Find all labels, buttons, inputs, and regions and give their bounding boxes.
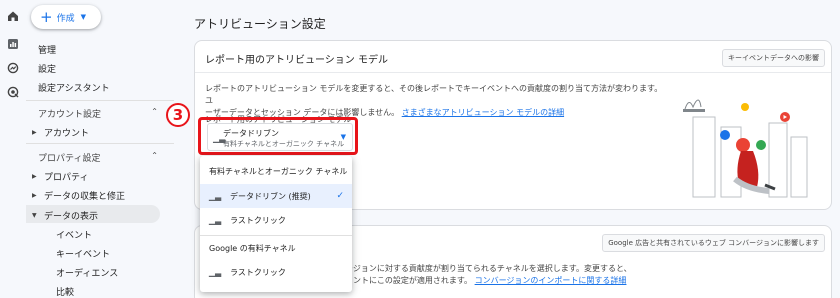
expand-arrow-icon: ▶: [32, 173, 37, 180]
step-number-badge: 3: [166, 103, 190, 127]
sidebar-item-key-events[interactable]: キーイベント: [56, 247, 110, 260]
section-label: アカウント設定: [38, 110, 102, 120]
create-button-label: 作成: [56, 13, 75, 24]
section-account-settings[interactable]: アカウント設定 ⌃: [38, 107, 158, 120]
expand-arrow-icon: ▶: [32, 192, 37, 199]
menu-option-last-click[interactable]: ▁▃ ラストクリック: [200, 208, 352, 232]
sidebar-item-label: アカウント: [44, 129, 90, 139]
menu-option-data-driven[interactable]: ▁▃ データドリブン (推奨) ✓: [200, 184, 352, 208]
sidebar-item-label: データの表示: [44, 212, 99, 222]
annotation-highlight-frame: [198, 117, 358, 155]
sidebar-item-label: データの収集と修正: [44, 192, 126, 202]
home-icon[interactable]: [5, 8, 21, 24]
menu-option-google-last-click[interactable]: ▁▃ ラストクリック: [200, 260, 352, 284]
chevron-up-icon: ⌃: [151, 151, 158, 160]
chevron-down-icon: ▼: [80, 13, 86, 21]
attribution-model-menu: 有料チャネルとオーガニック チャネル ▁▃ データドリブン (推奨) ✓ ▁▃ …: [200, 156, 352, 292]
bar-chart-icon: ▁▃: [208, 267, 222, 277]
card-title: レポート用のアトリビューション モデル: [205, 55, 388, 66]
sidebar-item-account[interactable]: ▶ アカウント: [32, 126, 89, 139]
collapse-arrow-icon: ▼: [32, 212, 37, 219]
advertising-icon[interactable]: [5, 84, 21, 100]
explore-icon[interactable]: [5, 60, 21, 76]
menu-group-label: 有料チャネルとオーガニック チャネル: [209, 167, 348, 176]
create-button[interactable]: + 作成 ▼: [31, 5, 101, 29]
sidebar-item-audiences[interactable]: オーディエンス: [56, 266, 118, 279]
sidebar-item-setup-assistant[interactable]: 設定アシスタント: [38, 81, 110, 94]
sidebar-item-data-collection[interactable]: ▶ データの収集と修正: [32, 189, 125, 202]
chevron-up-icon: ⌃: [151, 107, 158, 116]
menu-option-label: ラストクリック: [230, 215, 286, 225]
sidebar-item-property[interactable]: ▶ プロパティ: [32, 170, 88, 183]
section-label: プロパティ設定: [38, 154, 101, 164]
sidebar-item-admin[interactable]: 管理: [38, 43, 56, 56]
expand-arrow-icon: ▶: [32, 129, 37, 136]
impact-badge: キーイベントデータへの影響: [722, 49, 825, 67]
description-line: レポートのアトリビューション モデルを変更すると、その後レポートでキーイベントへ…: [205, 84, 663, 105]
check-icon: ✓: [336, 191, 344, 201]
card-description-line: ウントにこの設定が適用されます。 コンバージョンのインポートに関する詳細: [345, 275, 626, 286]
menu-group-label: Google の有料チャネル: [209, 244, 296, 253]
card-description-line: ージョンに対する貢献度が割り当てられるチャネルを選択します。変更すると、: [345, 264, 632, 273]
plus-icon: +: [40, 7, 53, 26]
sidebar-item-comparisons[interactable]: 比較: [56, 285, 74, 298]
menu-divider: [200, 235, 352, 236]
sidebar-item-label: プロパティ: [44, 173, 89, 183]
nav-rail: [0, 0, 26, 298]
bar-chart-icon: ▁▃: [208, 215, 222, 225]
menu-option-label: ラストクリック: [230, 267, 286, 277]
card-header: レポート用のアトリビューション モデル キーイベントデータへの影響: [195, 41, 831, 73]
learn-more-link[interactable]: コンバージョンのインポートに関する詳細: [475, 276, 627, 285]
sidebar-divider: [26, 100, 174, 101]
sidebar-divider: [26, 143, 174, 144]
impact-badge: Google 広告と共有されているウェブ コンバージョンに影響します: [602, 234, 825, 252]
sidebar-item-events[interactable]: イベント: [56, 228, 92, 241]
sidebar-item-settings[interactable]: 設定: [38, 62, 56, 75]
menu-option-label: データドリブン (推奨): [230, 191, 311, 201]
admin-sidebar: + 作成 ▼ 管理 設定 設定アシスタント アカウント設定 ⌃ ▶ アカウント …: [26, 0, 174, 298]
section-property-settings[interactable]: プロパティ設定 ⌃: [38, 151, 158, 164]
sidebar-item-data-display[interactable]: ▼ データの表示: [32, 209, 98, 222]
reports-icon[interactable]: [5, 36, 21, 52]
attribution-illustration: [683, 99, 808, 198]
learn-more-link[interactable]: さまざまなアトリビューション モデルの詳細: [402, 108, 564, 117]
bar-chart-icon: ▁▃: [208, 191, 222, 201]
description-text: ウントにこの設定が適用されます。: [345, 276, 473, 285]
page-title: アトリビューション設定: [194, 17, 326, 31]
